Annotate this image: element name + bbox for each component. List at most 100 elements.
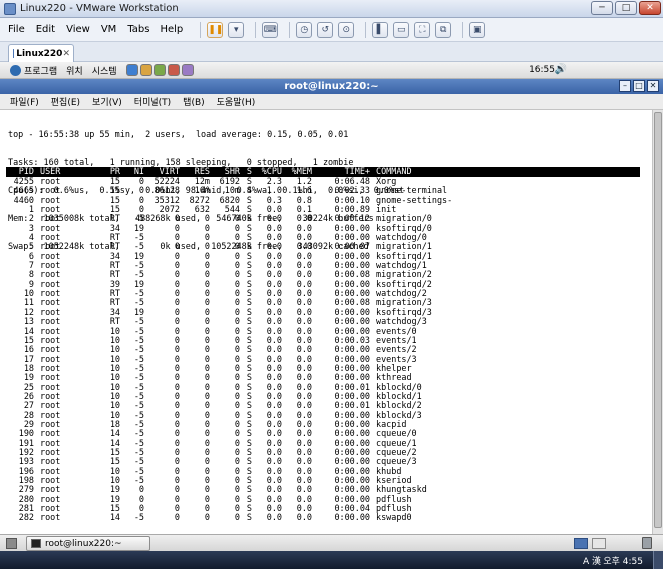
cell-time: 0:00.00	[334, 363, 370, 373]
pause-icon[interactable]: ❚❚	[207, 21, 223, 38]
vmware-tabbar: Linux220 ✕	[0, 42, 663, 62]
trash-icon[interactable]	[642, 537, 652, 549]
cell-command: kblockd/3	[376, 410, 422, 420]
cell-shr: 0	[234, 457, 240, 467]
ime-indicator[interactable]: A 漢	[583, 554, 601, 567]
cell-res: 0	[204, 457, 210, 467]
dropdown-arrow-icon[interactable]: ▾	[228, 21, 245, 38]
snapshot-take-icon[interactable]: ◷	[296, 21, 313, 38]
show-sidebar-icon[interactable]: ▌	[372, 21, 389, 38]
cell-state: S	[246, 410, 252, 420]
terminal-menu-tabs[interactable]: 탭(B)	[183, 95, 204, 108]
cell-ni: -5	[133, 513, 144, 523]
scrollbar-thumb[interactable]	[654, 112, 662, 528]
cell-ni: 0	[138, 195, 144, 205]
vmware-window-controls: ─ □ ✕	[591, 1, 661, 15]
tab-close-icon[interactable]: ✕	[62, 49, 70, 59]
terminal-maximize-button[interactable]: □	[633, 80, 645, 92]
snapshot-revert-icon[interactable]: ↺	[317, 21, 334, 38]
guest-clock[interactable]: 16:55	[529, 65, 555, 75]
panel-menu-places[interactable]: 위치	[66, 64, 83, 77]
panel-menu-system[interactable]: 시스템	[92, 64, 117, 77]
volume-icon[interactable]: 🔊	[555, 64, 567, 75]
terminal-minimize-button[interactable]: –	[619, 80, 631, 92]
cell-cpu: 0.0	[266, 345, 282, 355]
cell-cpu: 0.0	[266, 233, 282, 243]
snapshot-manager-icon[interactable]: ⊙	[338, 21, 355, 38]
cell-res: 0	[204, 242, 210, 252]
cell-virt: 0	[174, 410, 180, 420]
full-screen-icon[interactable]: ⛶	[414, 21, 431, 38]
cell-pid: 4	[28, 233, 34, 243]
cell-pid: 28	[23, 410, 34, 420]
office-launcher-icon[interactable]	[153, 64, 166, 76]
notes-launcher-icon[interactable]	[167, 64, 180, 76]
unity-icon[interactable]: ⧉	[435, 21, 452, 38]
cell-time: 0:00.00	[334, 457, 370, 467]
cell-cpu: 0.0	[266, 270, 282, 280]
cell-state: S	[246, 251, 252, 261]
cell-command: ksoftirqd/2	[376, 279, 432, 289]
browser-launcher-icon[interactable]	[125, 64, 138, 76]
maximize-button[interactable]: □	[615, 1, 637, 15]
host-clock[interactable]: 오후 4:55	[603, 554, 643, 567]
cell-virt: 0	[174, 363, 180, 373]
cell-state: S	[246, 186, 252, 196]
menu-help[interactable]: Help	[160, 24, 183, 35]
menu-file[interactable]: File	[8, 24, 25, 35]
cell-state: S	[246, 279, 252, 289]
cell-command: kblockd/0	[376, 382, 422, 392]
workspace-2[interactable]	[592, 538, 606, 549]
quick-switch-icon[interactable]: ▭	[393, 21, 410, 38]
menu-edit[interactable]: Edit	[36, 24, 55, 35]
cell-user: root	[40, 466, 61, 476]
taskbar-terminal-button[interactable]: root@linux220:~	[26, 536, 150, 551]
send-ctrl-alt-del-icon[interactable]: ⌨	[262, 21, 279, 38]
cell-cpu: 0.0	[266, 261, 282, 271]
cell-virt: 0	[174, 261, 180, 271]
cell-res: 0	[204, 335, 210, 345]
cell-ni: -5	[133, 354, 144, 364]
cell-ni: 19	[133, 307, 144, 317]
menu-view[interactable]: View	[66, 24, 90, 35]
cell-res: 0	[204, 410, 210, 420]
menu-tabs[interactable]: Tabs	[127, 24, 149, 35]
cell-command: kswapd0	[376, 513, 412, 523]
cell-virt: 0	[174, 233, 180, 243]
menu-vm[interactable]: VM	[101, 24, 116, 35]
workspace-1[interactable]	[574, 538, 588, 549]
cell-pr: 19	[109, 485, 120, 495]
terminal-menu-view[interactable]: 보기(V)	[92, 95, 122, 108]
terminal-menu-edit[interactable]: 편집(E)	[51, 95, 80, 108]
cell-shr: 0	[234, 401, 240, 411]
table-row: 280 root 19 0 0 0 0 S 0.0 0.0 0:00.00 pdflush	[6, 495, 520, 504]
cell-shr: 0	[234, 261, 240, 271]
close-button[interactable]: ✕	[639, 1, 661, 15]
host-show-desktop-button[interactable]	[653, 551, 663, 569]
console-view-icon[interactable]: ▣	[469, 21, 486, 38]
show-desktop-icon[interactable]	[6, 538, 17, 549]
cell-command: kthread	[376, 373, 412, 383]
terminal-menu-terminal[interactable]: 터미널(T)	[134, 95, 171, 108]
cell-user: root	[40, 214, 61, 224]
tab-linux220[interactable]: Linux220 ✕	[8, 44, 74, 62]
terminal-scrollbar[interactable]	[652, 110, 663, 534]
panel-menu-applications[interactable]: 프로그램	[24, 64, 57, 77]
cell-cpu: 0.0	[266, 494, 282, 504]
cell-cpu: 0.0	[266, 214, 282, 224]
cell-state: S	[246, 326, 252, 336]
help-launcher-icon[interactable]	[181, 64, 194, 76]
mail-launcher-icon[interactable]	[139, 64, 152, 76]
cell-virt: 0	[174, 513, 180, 523]
cell-virt: 86128	[154, 186, 180, 196]
cell-mem: 0.0	[296, 289, 312, 299]
gnome-foot-icon[interactable]	[10, 64, 21, 76]
cell-user: root	[40, 335, 61, 345]
cell-pid: 14	[23, 326, 34, 336]
cell-cpu: 0.0	[266, 205, 282, 215]
terminal-close-button[interactable]: ✕	[647, 80, 659, 92]
terminal-output[interactable]: top - 16:55:38 up 55 min, 2 users, load …	[0, 110, 652, 534]
terminal-menu-file[interactable]: 파일(F)	[10, 95, 39, 108]
terminal-menu-help[interactable]: 도움말(H)	[217, 95, 256, 108]
minimize-button[interactable]: ─	[591, 1, 613, 15]
